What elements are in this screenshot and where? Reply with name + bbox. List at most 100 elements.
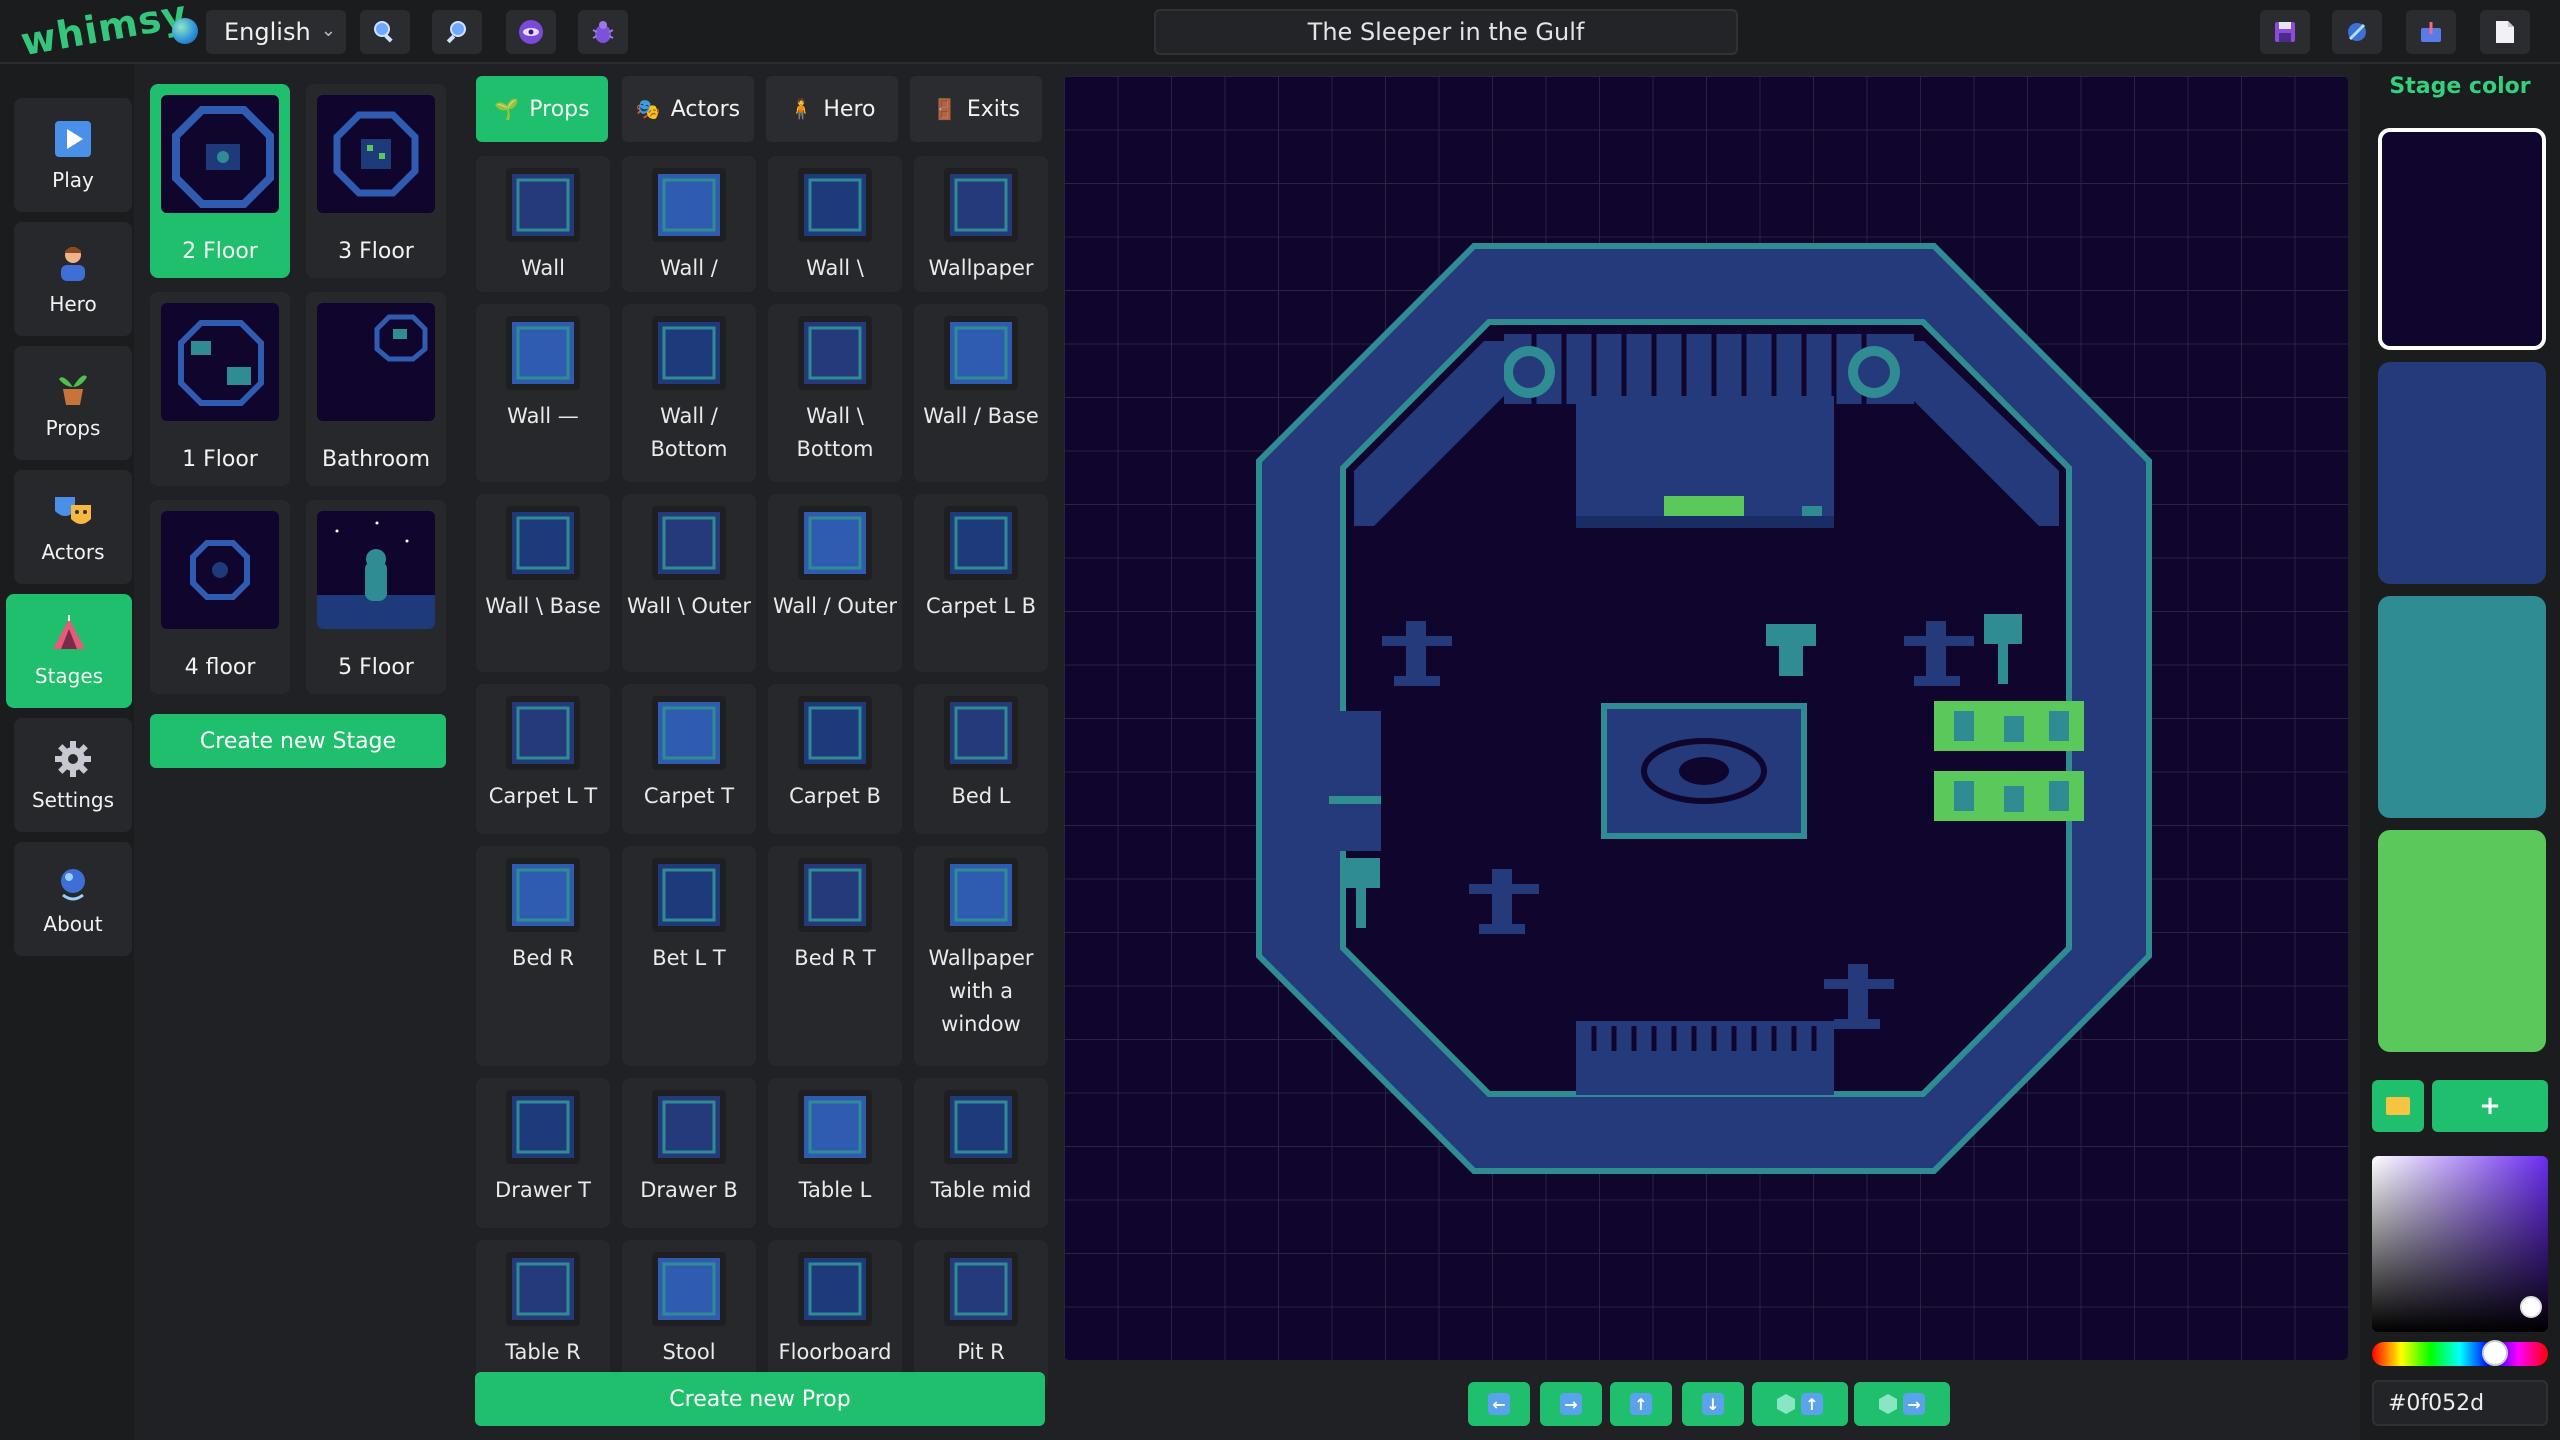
prop-card[interactable]: Stool: [622, 1240, 756, 1390]
nav-stages[interactable]: Stages: [6, 594, 132, 708]
language-select[interactable]: English ⌄: [206, 10, 346, 54]
debug-button[interactable]: [578, 10, 628, 54]
nav-about[interactable]: About: [14, 842, 132, 956]
prop-card[interactable]: Carpet L B: [914, 494, 1048, 672]
stage-thumbnail: [317, 303, 435, 421]
nav-settings[interactable]: Settings: [14, 718, 132, 832]
left-arrow-icon: ←: [1488, 1393, 1510, 1415]
color-swatch[interactable]: [2378, 830, 2546, 1052]
prop-thumbnail: [944, 1090, 1018, 1164]
prop-label: Wall \: [806, 256, 864, 280]
stage-canvas[interactable]: [1064, 76, 2348, 1360]
prop-card[interactable]: Carpet B: [768, 684, 902, 834]
saturation-value-picker[interactable]: [2372, 1156, 2548, 1332]
zoom-in-button[interactable]: [360, 10, 410, 54]
tab-exits[interactable]: 🚪 Exits: [910, 76, 1042, 142]
create-stage-button[interactable]: Create new Stage: [150, 714, 446, 768]
prop-card[interactable]: Carpet L T: [476, 684, 610, 834]
prop-card[interactable]: Table R: [476, 1240, 610, 1390]
prop-thumbnail: [798, 858, 872, 932]
layer-up-button[interactable]: ↑: [1752, 1382, 1848, 1426]
add-color-button[interactable]: +: [2432, 1080, 2548, 1132]
project-title[interactable]: The Sleeper in the Gulf: [1154, 9, 1738, 55]
prop-card[interactable]: Wall \: [768, 156, 902, 292]
prop-card[interactable]: Bed R T: [768, 846, 902, 1066]
prop-card[interactable]: Floorboard: [768, 1240, 902, 1390]
prop-card[interactable]: Wall \ Bottom: [768, 304, 902, 482]
prop-card[interactable]: Drawer T: [476, 1078, 610, 1228]
nav-label: Actors: [41, 540, 105, 564]
stage-card[interactable]: 5 Floor: [306, 500, 446, 694]
save-button[interactable]: [2260, 10, 2310, 54]
prop-card[interactable]: Wallpaper: [914, 156, 1048, 292]
layer-right-button[interactable]: →: [1854, 1382, 1950, 1426]
tab-props[interactable]: 🌱 Props: [476, 76, 608, 142]
document-icon: [2496, 21, 2514, 43]
tab-label: Props: [529, 96, 590, 122]
prop-grid: Wall Wall / Wall \ Wallpaper Wall — Wall / Bo…: [476, 156, 1052, 1436]
shift-right-button[interactable]: →: [1540, 1382, 1602, 1426]
prop-label: Bed R: [512, 946, 574, 970]
color-swatch[interactable]: [2378, 128, 2546, 350]
stage-label: 2 Floor: [182, 239, 258, 264]
prop-card[interactable]: Wall / Bottom: [622, 304, 756, 482]
export-button[interactable]: [2332, 10, 2382, 54]
open-palette-button[interactable]: [2372, 1080, 2424, 1132]
tab-actors[interactable]: 🎭 Actors: [622, 76, 754, 142]
stage-card[interactable]: 2 Floor: [150, 84, 290, 278]
up-arrow-icon: ↑: [1801, 1393, 1823, 1415]
stage-thumbnail: [161, 95, 279, 213]
hue-slider[interactable]: [2372, 1340, 2548, 1366]
canvas-area: ← → ↑ ↓ ↑ →: [1054, 64, 2360, 1440]
prop-label: Bed L: [951, 784, 1011, 808]
shift-left-button[interactable]: ←: [1468, 1382, 1530, 1426]
prop-card[interactable]: Wall \ Base: [476, 494, 610, 672]
hue-slider-handle[interactable]: [2482, 1340, 2508, 1366]
prop-card[interactable]: Wall / Outer: [768, 494, 902, 672]
nav-actors[interactable]: Actors: [14, 470, 132, 584]
import-button[interactable]: [2406, 10, 2456, 54]
create-prop-button[interactable]: Create new Prop: [475, 1372, 1045, 1426]
shift-down-button[interactable]: ↓: [1682, 1382, 1744, 1426]
prop-label: Wallpaper with a window: [928, 946, 1034, 1036]
prop-card[interactable]: Table L: [768, 1078, 902, 1228]
prop-card[interactable]: Wall /: [622, 156, 756, 292]
nav-label: Settings: [31, 788, 115, 812]
prop-card[interactable]: Wallpaper with a window: [914, 846, 1048, 1066]
stage-card[interactable]: 4 floor: [150, 500, 290, 694]
shift-up-button[interactable]: ↑: [1610, 1382, 1672, 1426]
stage-thumbnail: [161, 303, 279, 421]
zoom-in-icon: [374, 21, 393, 43]
prop-card[interactable]: Wall / Base: [914, 304, 1048, 482]
prop-card[interactable]: Bed R: [476, 846, 610, 1066]
prop-card[interactable]: Pit R: [914, 1240, 1048, 1390]
prop-card[interactable]: Carpet T: [622, 684, 756, 834]
color-swatch[interactable]: [2378, 596, 2546, 818]
prop-thumbnail: [652, 168, 726, 242]
zoom-out-button[interactable]: [432, 10, 482, 54]
tab-hero[interactable]: 🧍 Hero: [766, 76, 898, 142]
save-icon: [2275, 22, 2295, 42]
nav-hero[interactable]: Hero: [14, 222, 132, 336]
hex-color-input[interactable]: #0f052d: [2372, 1380, 2548, 1426]
prop-card[interactable]: Wall \ Outer: [622, 494, 756, 672]
prop-thumbnail: [652, 858, 726, 932]
prop-card[interactable]: Bed L: [914, 684, 1048, 834]
prop-card[interactable]: Wall: [476, 156, 610, 292]
nav-props[interactable]: Props: [14, 346, 132, 460]
nav-play[interactable]: Play: [14, 98, 132, 212]
prop-card[interactable]: Drawer B: [622, 1078, 756, 1228]
language-value: English: [224, 18, 311, 46]
document-button[interactable]: [2480, 10, 2530, 54]
stage-card[interactable]: 3 Floor: [306, 84, 446, 278]
prop-card[interactable]: Wall —: [476, 304, 610, 482]
preview-button[interactable]: [506, 10, 556, 54]
prop-card[interactable]: Bet L T: [622, 846, 756, 1066]
color-swatch[interactable]: [2378, 362, 2546, 584]
right-arrow-icon: →: [1903, 1393, 1925, 1415]
prop-card[interactable]: Table mid: [914, 1078, 1048, 1228]
sv-picker-handle[interactable]: [2520, 1296, 2542, 1318]
stage-card[interactable]: Bathroom: [306, 292, 446, 486]
prop-label: Wall \ Bottom: [796, 404, 874, 461]
stage-card[interactable]: 1 Floor: [150, 292, 290, 486]
